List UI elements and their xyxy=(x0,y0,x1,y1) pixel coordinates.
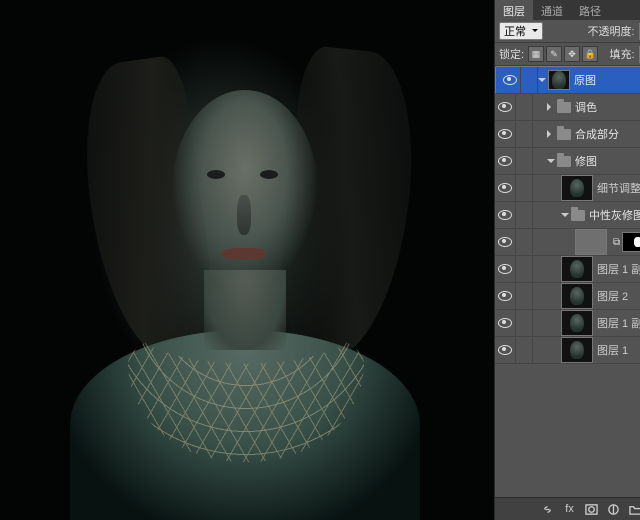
disclosure-triangle-icon[interactable] xyxy=(547,159,555,167)
visibility-toggle[interactable] xyxy=(495,310,516,336)
fx-icon[interactable]: fx xyxy=(562,501,578,517)
layer-thumbnail xyxy=(561,337,593,363)
panel-tabs: 图层 通道 路径 ≡ xyxy=(495,0,640,20)
tab-channels[interactable]: 通道 xyxy=(533,0,571,20)
blend-row: 正常 不透明度: 100% xyxy=(495,20,640,43)
lock-row: 锁定: ▦ ✎ ✥ 🔒 填充: 100% xyxy=(495,43,640,66)
layer-list[interactable]: 原图调色合成部分修图细节调整中性灰修图 ⧉图层 1 ... 图层 1 副本 2 图层 … xyxy=(495,66,640,497)
layer-group[interactable]: 中性灰修图 xyxy=(495,202,640,229)
eye-icon xyxy=(498,102,512,112)
eye-icon xyxy=(498,264,512,274)
eye-icon xyxy=(498,345,512,355)
layer-name[interactable]: 细节调整 xyxy=(597,180,640,196)
visibility-toggle[interactable] xyxy=(495,202,516,228)
eye-icon xyxy=(498,318,512,328)
layer-group[interactable]: 合成部分 xyxy=(495,121,640,148)
add-mask-icon[interactable] xyxy=(584,501,600,517)
lock-transparent-icon[interactable]: ▦ xyxy=(528,46,544,62)
panel-footer: fx xyxy=(495,497,640,520)
eye-icon xyxy=(498,210,512,220)
eye-icon xyxy=(498,291,512,301)
fill-label: 填充: xyxy=(609,46,634,62)
layer-thumbnail xyxy=(548,70,570,90)
layer-group[interactable]: 修图 xyxy=(495,148,640,175)
eye-icon xyxy=(498,183,512,193)
layer-row[interactable]: 图层 1 xyxy=(495,337,640,364)
lock-icons: ▦ ✎ ✥ 🔒 xyxy=(528,46,598,62)
visibility-toggle[interactable] xyxy=(495,121,516,147)
lock-cell xyxy=(516,310,533,336)
layer-row[interactable]: ⧉图层 1 ... xyxy=(495,229,640,256)
layer-name[interactable]: 图层 1 副本 xyxy=(597,315,640,331)
visibility-toggle[interactable] xyxy=(495,148,516,174)
folder-icon xyxy=(557,156,571,167)
lock-cell xyxy=(521,67,538,93)
lock-pixels-icon[interactable]: ✎ xyxy=(546,46,562,62)
mask-thumbnail[interactable] xyxy=(622,232,640,252)
layer-name[interactable]: 调色 xyxy=(575,99,597,115)
layer-name[interactable]: 图层 1 副本 2 xyxy=(597,261,640,277)
disclosure-triangle-icon[interactable] xyxy=(538,78,546,86)
layer-row[interactable]: 细节调整 xyxy=(495,175,640,202)
layer-name[interactable]: 图层 1 xyxy=(597,342,628,358)
visibility-toggle[interactable] xyxy=(495,175,516,201)
lock-label: 锁定: xyxy=(499,46,524,62)
layer-name[interactable]: 原图 xyxy=(574,72,596,88)
visibility-toggle[interactable] xyxy=(495,229,516,255)
link-layers-icon[interactable] xyxy=(540,501,556,517)
lock-all-icon[interactable]: 🔒 xyxy=(582,46,598,62)
layer-row[interactable]: 图层 2 xyxy=(495,283,640,310)
new-group-icon[interactable] xyxy=(628,501,640,517)
lock-cell xyxy=(516,175,533,201)
layer-group[interactable]: 原图 xyxy=(495,66,640,94)
disclosure-triangle-icon[interactable] xyxy=(547,130,555,138)
portrait-photo xyxy=(0,0,494,520)
lock-position-icon[interactable]: ✥ xyxy=(564,46,580,62)
blend-mode-select[interactable]: 正常 xyxy=(499,22,543,40)
lock-cell xyxy=(516,229,533,255)
folder-icon xyxy=(557,129,571,140)
layer-name[interactable]: 合成部分 xyxy=(575,126,619,142)
layer-thumbnail xyxy=(575,229,607,255)
lock-cell xyxy=(516,337,533,363)
layer-thumbnail xyxy=(561,310,593,336)
eye-icon xyxy=(503,75,517,85)
layer-thumbnail xyxy=(561,256,593,282)
lock-cell xyxy=(516,94,533,120)
document-canvas[interactable] xyxy=(0,0,494,520)
layer-name[interactable]: 修图 xyxy=(575,153,597,169)
visibility-toggle[interactable] xyxy=(495,283,516,309)
disclosure-triangle-icon[interactable] xyxy=(547,103,555,111)
layer-name[interactable]: 图层 2 xyxy=(597,288,628,304)
lock-cell xyxy=(516,121,533,147)
layers-panel: 图层 通道 路径 ≡ 正常 不透明度: 100% 锁定: ▦ ✎ ✥ 🔒 填充:… xyxy=(494,0,640,520)
eye-icon xyxy=(498,129,512,139)
lock-cell xyxy=(516,202,533,228)
layer-row[interactable]: 图层 1 副本 2 xyxy=(495,256,640,283)
lock-cell xyxy=(516,283,533,309)
layer-row[interactable]: 图层 1 副本 xyxy=(495,310,640,337)
visibility-toggle[interactable] xyxy=(495,94,516,120)
eye-icon xyxy=(498,156,512,166)
tab-layers[interactable]: 图层 xyxy=(495,0,533,20)
lock-cell xyxy=(516,148,533,174)
visibility-toggle[interactable] xyxy=(495,337,516,363)
folder-icon xyxy=(571,210,585,221)
eye-icon xyxy=(498,237,512,247)
layer-name[interactable]: 中性灰修图 xyxy=(589,207,640,223)
disclosure-triangle-icon[interactable] xyxy=(561,213,569,221)
layer-thumbnail xyxy=(561,175,593,201)
opacity-label: 不透明度: xyxy=(587,23,634,39)
visibility-toggle[interactable] xyxy=(495,256,516,282)
visibility-toggle[interactable] xyxy=(500,67,521,93)
link-icon: ⧉ xyxy=(613,237,620,248)
tab-paths[interactable]: 路径 xyxy=(571,0,609,20)
lock-cell xyxy=(516,256,533,282)
layer-group[interactable]: 调色 xyxy=(495,94,640,121)
folder-icon xyxy=(557,102,571,113)
layer-thumbnail xyxy=(561,283,593,309)
adjustment-layer-icon[interactable] xyxy=(606,501,622,517)
